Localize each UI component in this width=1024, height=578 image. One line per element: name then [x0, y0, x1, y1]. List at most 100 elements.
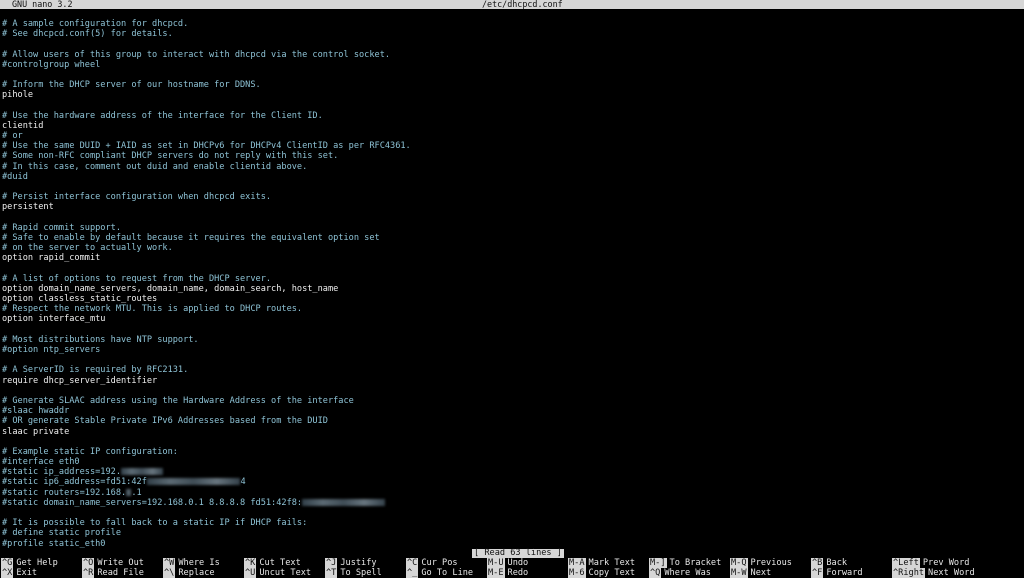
- line-text: # Allow users of this group to interact …: [2, 49, 391, 60]
- line-text: #duid: [2, 171, 28, 182]
- comment-line[interactable]: # Inform the DHCP server of our hostname…: [2, 80, 1022, 90]
- line-text: # Generate SLAAC address using the Hardw…: [2, 395, 354, 406]
- shortcut-to-spell[interactable]: ^T To Spell: [325, 567, 382, 578]
- shortcut-uncut-text[interactable]: ^U Uncut Text: [244, 567, 311, 578]
- shortcut-key: ^K: [244, 558, 257, 568]
- line-text: #static ip6_address=fd51:42f: [2, 477, 147, 488]
- line-text: # Respect the network MTU. This is appli…: [2, 304, 303, 315]
- line-text: option classless_static_routes: [2, 294, 158, 305]
- config-line[interactable]: require dhcp_server_identifier: [2, 376, 1022, 386]
- comment-line[interactable]: # Generate SLAAC address using the Hardw…: [2, 396, 1022, 406]
- comment-line[interactable]: # define static profile: [2, 528, 1022, 538]
- comment-line[interactable]: # Use the same DUID + IAID as set in DHC…: [2, 141, 1022, 151]
- comment-line[interactable]: # It is possible to fall back to a stati…: [2, 518, 1022, 528]
- comment-line[interactable]: #option ntp_servers: [2, 345, 1022, 355]
- blank-line[interactable]: [2, 508, 1022, 518]
- comment-line[interactable]: #static domain_name_servers=192.168.0.1 …: [2, 498, 1022, 508]
- comment-line[interactable]: #static ip_address=192.: [2, 467, 1022, 477]
- shortcut-key: ^U: [244, 567, 257, 578]
- blank-line[interactable]: [2, 386, 1022, 396]
- comment-line[interactable]: # Persist interface configuration when d…: [2, 192, 1022, 202]
- comment-line[interactable]: # A ServerID is required by RFC2131.: [2, 365, 1022, 375]
- shortcut-redo[interactable]: M-E Redo: [487, 567, 528, 578]
- shortcut-key: ^R: [82, 567, 95, 578]
- comment-line[interactable]: #interface eth0: [2, 457, 1022, 467]
- config-line[interactable]: option classless_static_routes: [2, 294, 1022, 304]
- editor-text-area[interactable]: # A sample configuration for dhcpcd. # Se…: [2, 19, 1022, 549]
- shortcut-key: ^J: [325, 558, 338, 568]
- shortcut-next[interactable]: M-W Next: [730, 567, 771, 578]
- shortcut-key: ^X: [1, 567, 14, 578]
- shortcut-label: Where Was: [664, 567, 711, 578]
- blank-line[interactable]: [2, 264, 1022, 274]
- blank-line[interactable]: [2, 70, 1022, 80]
- shortcut-label: To Bracket: [669, 558, 722, 568]
- comment-line[interactable]: # A sample configuration for dhcpcd.: [2, 19, 1022, 29]
- comment-line[interactable]: # Use the hardware address of the interf…: [2, 111, 1022, 121]
- comment-line[interactable]: # Example static IP configuration:: [2, 447, 1022, 457]
- shortcut-label: Undo: [507, 558, 529, 568]
- line-text: option domain_name_servers, domain_name,…: [2, 283, 339, 294]
- config-line[interactable]: option interface_mtu: [2, 314, 1022, 324]
- shortcut-read-file[interactable]: ^R Read File: [82, 567, 144, 578]
- config-line[interactable]: clientid: [2, 121, 1022, 131]
- line-text: # on the server to actually work.: [2, 243, 173, 254]
- shortcut-key: M-6: [568, 567, 586, 578]
- config-line[interactable]: persistent: [2, 202, 1022, 212]
- shortcut-label: To Spell: [340, 567, 382, 578]
- line-text: # A sample configuration for dhcpcd.: [2, 19, 189, 29]
- blank-line[interactable]: [2, 39, 1022, 49]
- comment-line[interactable]: #static routers=192.168. .1: [2, 488, 1022, 498]
- comment-line[interactable]: # Most distributions have NTP support.: [2, 335, 1022, 345]
- blank-line[interactable]: [2, 437, 1022, 447]
- comment-line[interactable]: # Allow users of this group to interact …: [2, 50, 1022, 60]
- shortcut-key: M-W: [730, 567, 748, 578]
- comment-line[interactable]: #controlgroup wheel: [2, 60, 1022, 70]
- shortcut-key: ^C: [406, 558, 419, 568]
- line-text: # define static profile: [2, 528, 121, 539]
- shortcut-next-word[interactable]: ^Right Next Word: [892, 567, 975, 578]
- comment-line[interactable]: # or: [2, 131, 1022, 141]
- config-line[interactable]: option domain_name_servers, domain_name,…: [2, 284, 1022, 294]
- comment-line[interactable]: # OR generate Stable Private IPv6 Addres…: [2, 416, 1022, 426]
- config-line[interactable]: pihole: [2, 90, 1022, 100]
- blank-line[interactable]: [2, 101, 1022, 111]
- line-text: # Rapid commit support.: [2, 222, 121, 233]
- shortcut-go-to-line[interactable]: ^_ Go To Line: [406, 567, 473, 578]
- shortcut-exit[interactable]: ^X Exit: [1, 567, 37, 578]
- comment-line[interactable]: # See dhcpcd.conf(5) for details.: [2, 29, 1022, 39]
- comment-line[interactable]: #duid: [2, 172, 1022, 182]
- shortcut-key: M-E: [487, 567, 505, 578]
- comment-line[interactable]: # A list of options to request from the …: [2, 274, 1022, 284]
- comment-line[interactable]: # Respect the network MTU. This is appli…: [2, 304, 1022, 314]
- shortcut-label: Cur Pos: [421, 558, 458, 568]
- comment-line[interactable]: # Safe to enable by default because it r…: [2, 233, 1022, 243]
- line-text: # A list of options to request from the …: [2, 273, 272, 284]
- blank-line[interactable]: [2, 325, 1022, 335]
- blank-line[interactable]: [2, 213, 1022, 223]
- comment-line[interactable]: # Some non-RFC compliant DHCP servers do…: [2, 151, 1022, 161]
- line-text: # A ServerID is required by RFC2131.: [2, 365, 189, 376]
- line-text: # See dhcpcd.conf(5) for details.: [2, 29, 173, 40]
- comment-line[interactable]: #static ip6_address=fd51:42f 4: [2, 477, 1022, 487]
- comment-line[interactable]: #slaac hwaddr: [2, 406, 1022, 416]
- config-line[interactable]: option rapid_commit: [2, 253, 1022, 263]
- blank-line[interactable]: [2, 355, 1022, 365]
- line-text: #static routers=192.168.: [2, 487, 127, 498]
- blank-line[interactable]: [2, 182, 1022, 192]
- shortcut-key: ^Right: [892, 567, 926, 578]
- comment-line[interactable]: # on the server to actually work.: [2, 243, 1022, 253]
- shortcut-replace[interactable]: ^\ Replace: [163, 567, 215, 578]
- line-text: # OR generate Stable Private IPv6 Addres…: [2, 416, 328, 427]
- comment-line[interactable]: # Rapid commit support.: [2, 223, 1022, 233]
- shortcut-label: Read File: [97, 567, 144, 578]
- line-text: persistent: [2, 202, 54, 213]
- shortcut-copy-text[interactable]: M-6 Copy Text: [568, 567, 635, 578]
- shortcut-forward[interactable]: ^F Forward: [811, 567, 863, 578]
- shortcut-label: Get Help: [16, 558, 58, 568]
- shortcut-where-was[interactable]: ^Q Where Was: [649, 567, 711, 578]
- redacted-text: [146, 478, 241, 486]
- line-text: # or: [2, 131, 23, 142]
- config-line[interactable]: slaac private: [2, 427, 1022, 437]
- comment-line[interactable]: # In this case, comment out duid and ena…: [2, 162, 1022, 172]
